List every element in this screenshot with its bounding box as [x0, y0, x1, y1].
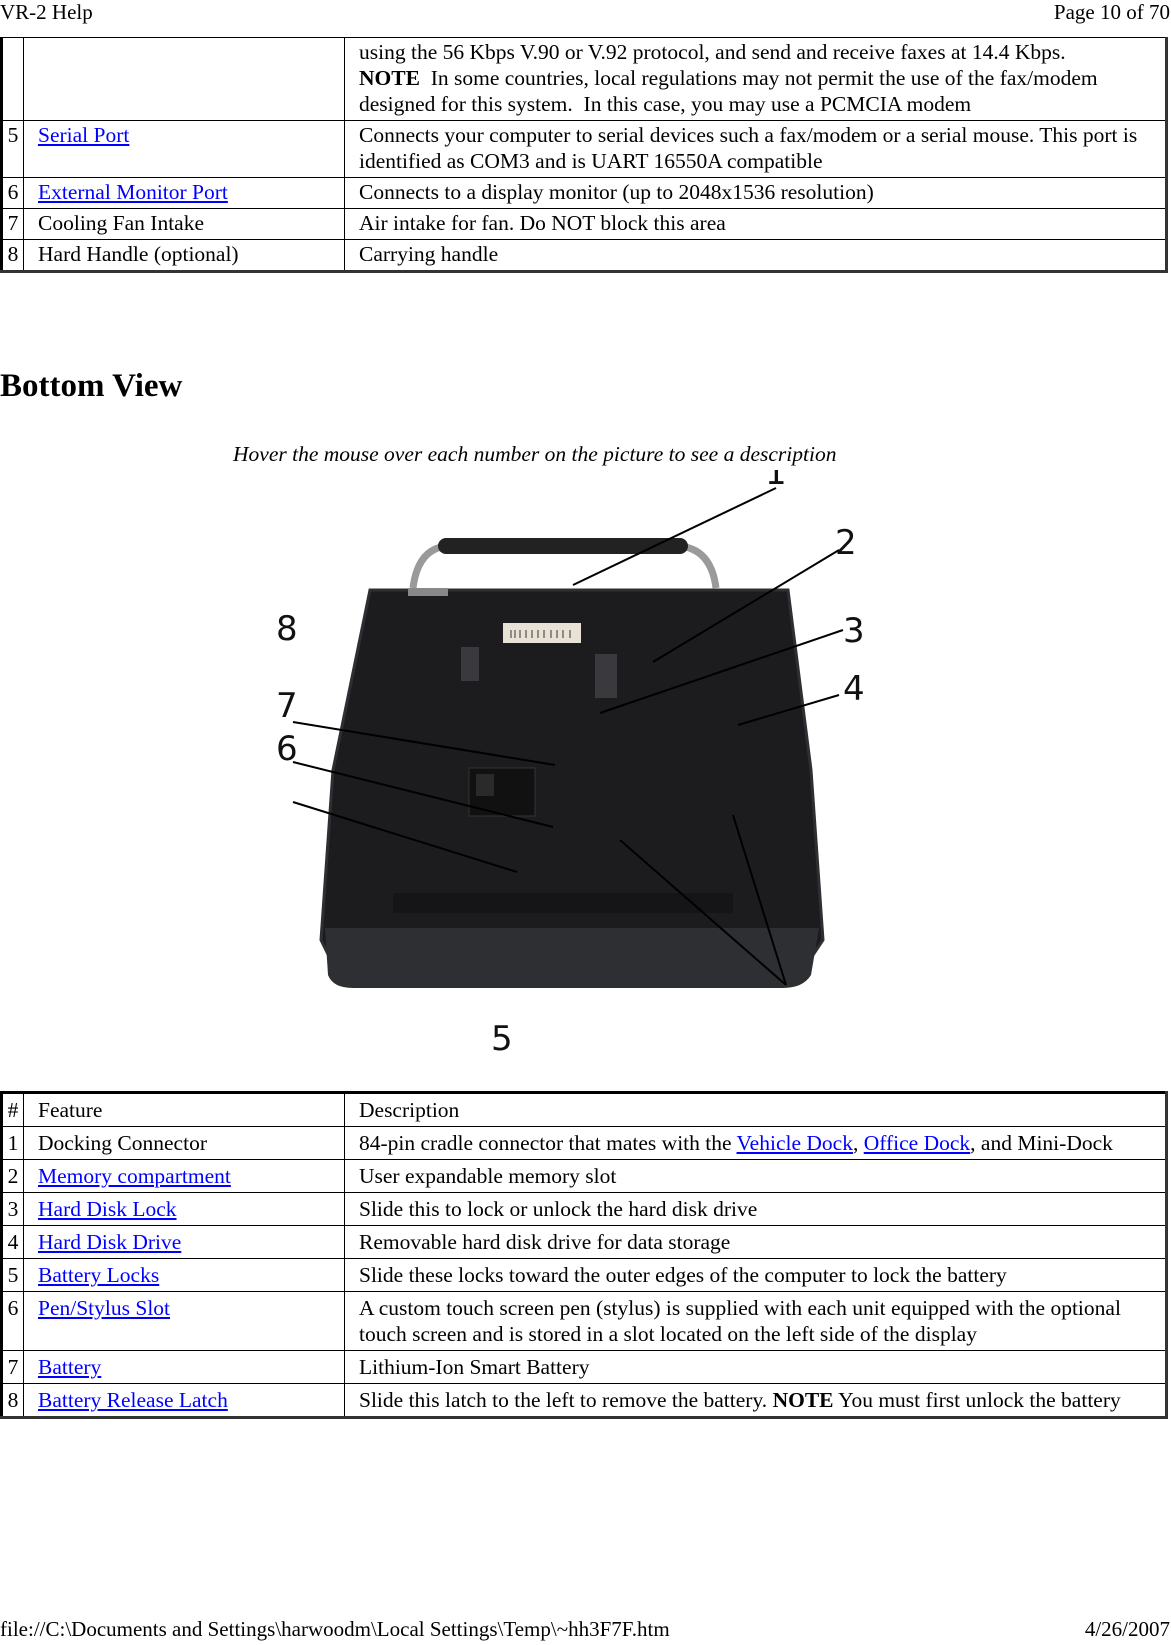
row-description: A custom touch screen pen (stylus) is su…: [344, 1291, 1167, 1351]
note-text: In some countries, local regulations may…: [359, 66, 1103, 116]
row-number: 7: [1, 208, 24, 240]
row-number: 8: [1, 239, 24, 272]
row-description: Air intake for fan. Do NOT block this ar…: [344, 208, 1167, 240]
header-description: Description: [344, 1092, 1167, 1127]
external-monitor-port-link[interactable]: External Monitor Port: [38, 180, 228, 204]
table-row: 5 Battery Locks Slide these locks toward…: [1, 1258, 1167, 1292]
office-dock-link[interactable]: Office Dock: [864, 1131, 970, 1155]
callout-7[interactable]: 7: [276, 686, 298, 726]
row-description: Lithium-Ion Smart Battery: [344, 1350, 1167, 1384]
file-path: file://C:\Documents and Settings\harwood…: [0, 1617, 670, 1641]
note-label: NOTE: [772, 1388, 834, 1412]
row-feature: Hard Handle (optional): [23, 239, 345, 272]
row-description: Removable hard disk drive for data stora…: [344, 1225, 1167, 1259]
row-number: 5: [1, 120, 24, 178]
top-feature-table: using the 56 Kbps V.90 or V.92 protocol,…: [0, 37, 1168, 273]
page-number: Page 10 of 70: [1053, 0, 1170, 24]
figure-caption: Hover the mouse over each number on the …: [233, 442, 837, 466]
vehicle-dock-link[interactable]: Vehicle Dock: [737, 1131, 853, 1155]
table-row: 6 External Monitor Port Connects to a di…: [1, 177, 1167, 209]
table-row: 1 Docking Connector 84-pin cradle connec…: [1, 1126, 1167, 1160]
row-description: Slide these locks toward the outer edges…: [344, 1258, 1167, 1292]
header-feature: Feature: [23, 1092, 345, 1127]
row-number: 2: [1, 1159, 24, 1193]
desc-text: Slide this latch to the left to remove t…: [359, 1388, 773, 1412]
callout-4[interactable]: 4: [843, 669, 865, 709]
callout-6[interactable]: 6: [276, 729, 298, 769]
battery-strip: [325, 928, 819, 988]
row-description: Slide this to lock or unlock the hard di…: [344, 1192, 1167, 1226]
row-feature: Cooling Fan Intake: [23, 208, 345, 240]
desc-text: You must first unlock the battery: [833, 1388, 1121, 1412]
row-description: Carrying handle: [344, 239, 1167, 272]
callout-8[interactable]: 8: [276, 609, 298, 649]
pen-stylus-slot-link[interactable]: Pen/Stylus Slot: [38, 1296, 170, 1320]
table-row: 7 Battery Lithium-Ion Smart Battery: [1, 1350, 1167, 1384]
table-row: 8 Hard Handle (optional) Carrying handle: [1, 239, 1167, 272]
docking-connector: [408, 588, 448, 596]
row-description: 84-pin cradle connector that mates with …: [344, 1126, 1167, 1160]
desc-text: 84-pin cradle connector that mates with …: [359, 1131, 737, 1155]
section-heading: Bottom View: [0, 368, 183, 404]
bottom-feature-table: # Feature Description 1 Docking Connecto…: [0, 1091, 1168, 1419]
hard-disk-drive-link[interactable]: Hard Disk Drive: [38, 1230, 181, 1254]
row-number: 4: [1, 1225, 24, 1259]
table-header-row: # Feature Description: [1, 1092, 1167, 1127]
callout-5[interactable]: 5: [491, 1019, 513, 1059]
help-title: VR-2 Help: [0, 0, 93, 24]
hard-disk-lock-link[interactable]: Hard Disk Lock: [38, 1197, 177, 1221]
table-row: 8 Battery Release Latch Slide this latch…: [1, 1383, 1167, 1418]
row-number: [1, 37, 24, 121]
table-row: using the 56 Kbps V.90 or V.92 protocol,…: [1, 37, 1167, 121]
note-label: NOTE: [359, 66, 420, 90]
row-number: 7: [1, 1350, 24, 1384]
row-description: using the 56 Kbps V.90 or V.92 protocol,…: [344, 37, 1167, 121]
row-description: Slide this latch to the left to remove t…: [344, 1383, 1167, 1418]
bottom-view-figure: 1 2 3 4 5 6 7 8: [233, 453, 933, 1060]
battery-link[interactable]: Battery: [38, 1355, 101, 1379]
battery-locks-link[interactable]: Battery Locks: [38, 1263, 159, 1287]
table-row: 4 Hard Disk Drive Removable hard disk dr…: [1, 1225, 1167, 1259]
row-number: 8: [1, 1383, 24, 1418]
table-row: 7 Cooling Fan Intake Air intake for fan.…: [1, 208, 1167, 240]
desc-text: using the 56 Kbps V.90 or V.92 protocol,…: [359, 40, 1066, 64]
serial-port-link[interactable]: Serial Port: [38, 123, 129, 147]
memory-compartment-link[interactable]: Memory compartment: [38, 1164, 231, 1188]
row-number: 5: [1, 1258, 24, 1292]
table-row: 3 Hard Disk Lock Slide this to lock or u…: [1, 1192, 1167, 1226]
row-number: 6: [1, 1291, 24, 1351]
handle-grip: [438, 538, 688, 554]
row-feature: [23, 37, 345, 121]
row-description: Connects to a display monitor (up to 204…: [344, 177, 1167, 209]
print-date: 4/26/2007: [1084, 1617, 1170, 1641]
callout-3[interactable]: 3: [843, 611, 865, 651]
table-row: 2 Memory compartment User expandable mem…: [1, 1159, 1167, 1193]
row-feature: Docking Connector: [23, 1126, 345, 1160]
row-description: User expandable memory slot: [344, 1159, 1167, 1193]
table-row: 6 Pen/Stylus Slot A custom touch screen …: [1, 1291, 1167, 1351]
callout-2[interactable]: 2: [835, 523, 857, 563]
computer-bottom-illustration: 1 2 3 4 5 6 7 8: [233, 453, 933, 1060]
separator: ,: [852, 1131, 864, 1155]
row-description: Connects your computer to serial devices…: [344, 120, 1167, 178]
header-num: #: [1, 1092, 24, 1127]
row-number: 1: [1, 1126, 24, 1160]
row-number: 6: [1, 177, 24, 209]
table-row: 5 Serial Port Connects your computer to …: [1, 120, 1167, 178]
desc-text: , and Mini-Dock: [970, 1131, 1113, 1155]
callout-1[interactable]: 1: [765, 453, 787, 493]
row-number: 3: [1, 1192, 24, 1226]
battery-release-latch-link[interactable]: Battery Release Latch: [38, 1388, 228, 1412]
